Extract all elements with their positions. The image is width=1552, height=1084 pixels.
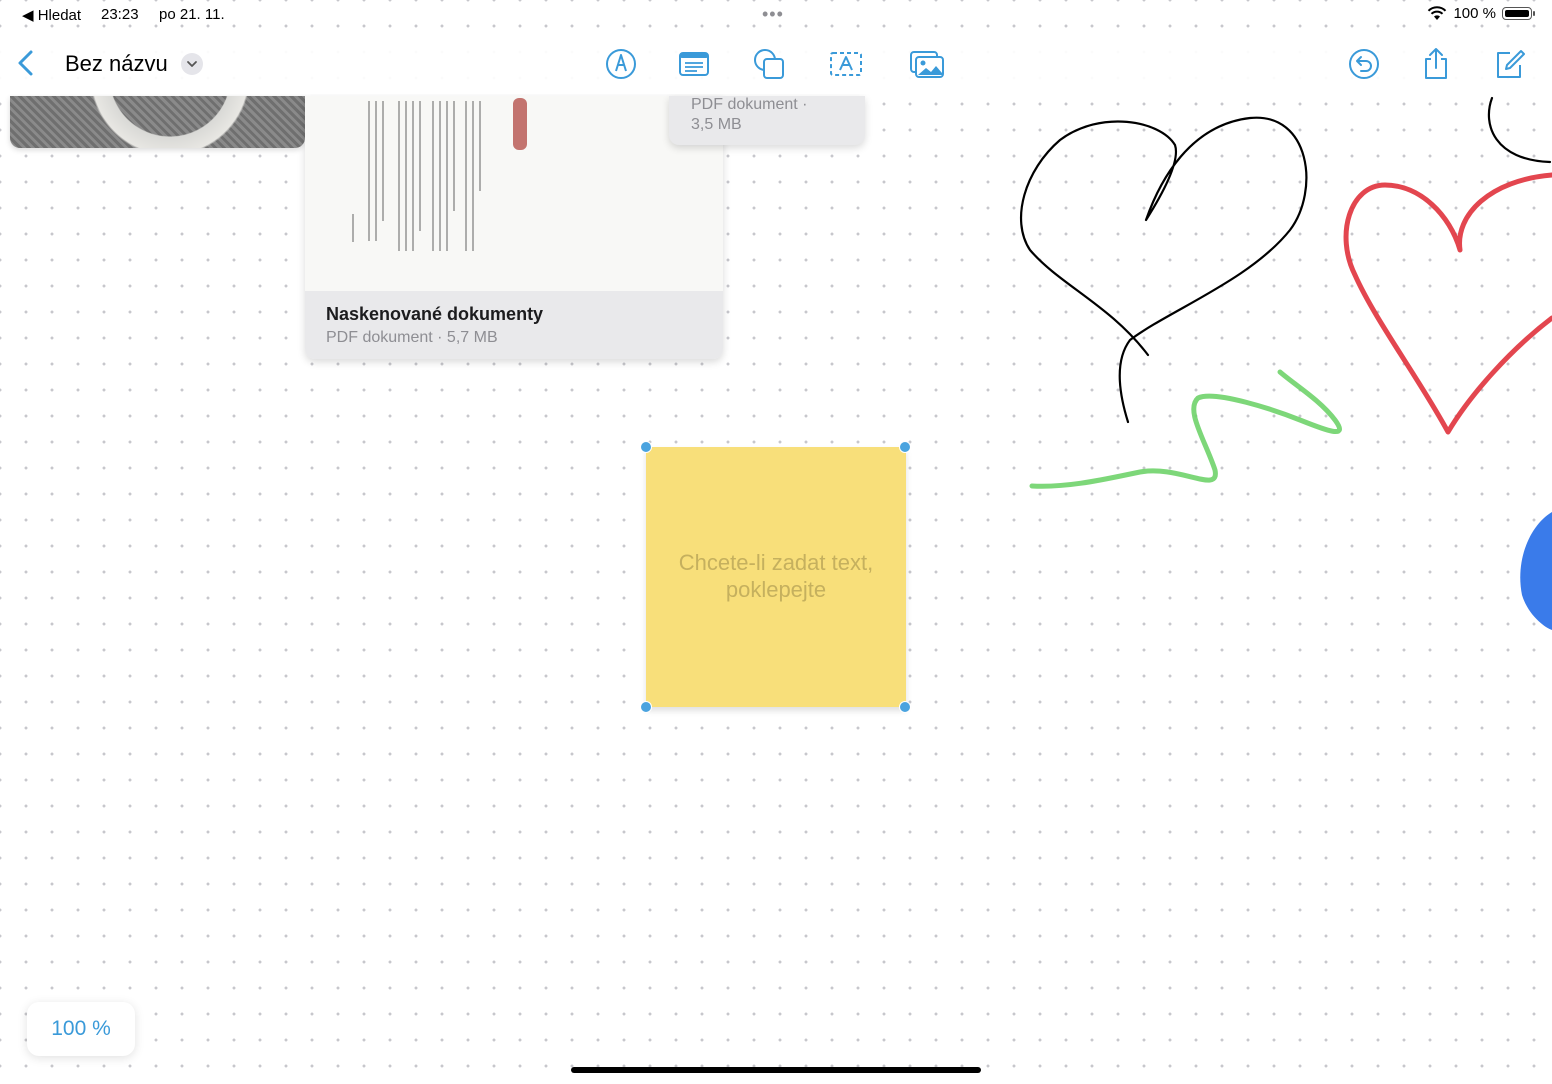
undo-circle-icon <box>1349 49 1379 79</box>
note-icon <box>679 52 709 76</box>
text-box-icon <box>830 52 862 76</box>
battery-percent: 100 % <box>1453 5 1496 22</box>
status-date: po 21. 11. <box>159 6 225 23</box>
resize-handle-top-right[interactable] <box>899 441 911 453</box>
black-scribble-stroke <box>1487 96 1552 164</box>
undo-button[interactable] <box>1346 46 1382 82</box>
pen-tool-button[interactable] <box>603 46 639 82</box>
scan-text-line <box>405 101 407 251</box>
toolbar: Bez názvu <box>0 36 1552 94</box>
text-box-tool-button[interactable] <box>828 46 864 82</box>
scan-text-line <box>412 101 414 251</box>
red-heart-stroke <box>1343 172 1552 435</box>
multitasking-dots-icon[interactable]: ••• <box>762 4 784 25</box>
scan-text-line <box>432 101 434 251</box>
sticky-text-line: poklepejte <box>725 577 827 602</box>
resize-handle-bottom-right[interactable] <box>899 701 911 713</box>
scan-card-title: Naskenované dokumenty <box>326 304 544 324</box>
blue-shape <box>1520 512 1552 630</box>
black-heart-stroke <box>1020 116 1308 424</box>
scan-text-line <box>446 101 448 251</box>
pdf-card-size: 3,5 MB <box>691 116 742 133</box>
scan-text-line <box>439 101 441 251</box>
shapes-tool-button[interactable] <box>751 46 787 82</box>
scan-card-meta: PDF dokument · 5,7 MB <box>326 329 498 346</box>
zoom-level-button[interactable]: 100 % <box>27 1002 135 1056</box>
new-board-button[interactable] <box>1491 46 1527 82</box>
scan-text-line <box>382 101 384 221</box>
scan-text-line <box>479 101 481 191</box>
back-to-app-link[interactable]: ◀ Hledat <box>22 6 81 24</box>
status-right: 100 % <box>1427 5 1535 22</box>
media-tool-button[interactable] <box>909 46 945 82</box>
share-button[interactable] <box>1418 46 1454 82</box>
sticky-note-placeholder: Chcete-li zadat text, poklepejte <box>656 549 896 603</box>
scan-text-line <box>453 101 455 211</box>
scan-text-line <box>368 101 370 241</box>
share-icon <box>1425 48 1447 79</box>
scan-text-line <box>465 101 467 251</box>
photo-library-icon <box>910 51 944 78</box>
photo-card[interactable] <box>10 96 305 148</box>
title-menu-button[interactable] <box>181 53 203 75</box>
freeform-board[interactable]: Naskenované dokumenty PDF dokument · 5,7… <box>0 0 1552 1084</box>
wifi-icon <box>1428 6 1447 20</box>
scan-text-line <box>375 101 377 241</box>
board-title[interactable]: Bez názvu <box>65 51 168 77</box>
status-bar: ◀ Hledat 23:23 po 21. 11. ••• 100 % <box>0 0 1552 32</box>
sticky-text-line: Chcete-li zadat text, <box>678 550 874 575</box>
back-button[interactable] <box>12 48 42 78</box>
resize-handle-bottom-left[interactable] <box>640 701 652 713</box>
shapes-icon <box>754 49 784 79</box>
scan-text-line <box>352 214 354 242</box>
scan-text-line <box>398 101 400 251</box>
scan-text-line <box>419 101 421 231</box>
battery-icon <box>1502 7 1535 20</box>
scan-text-line <box>472 101 474 251</box>
scan-preview <box>305 96 723 291</box>
scan-logo <box>513 98 527 150</box>
scan-card-footer: Naskenované dokumenty PDF dokument · 5,7… <box>305 291 723 359</box>
home-indicator[interactable] <box>571 1067 981 1073</box>
pdf-document-card[interactable]: PDF dokument · 3,5 MB <box>669 96 865 145</box>
green-zigzag-stroke <box>1029 369 1343 489</box>
compose-icon <box>1497 50 1525 78</box>
chevron-left-icon <box>18 50 33 76</box>
chevron-down-icon <box>187 61 197 67</box>
pencil-circle-icon <box>606 49 636 79</box>
status-time: 23:23 <box>101 6 139 23</box>
sticky-note-tool-button[interactable] <box>676 46 712 82</box>
pdf-card-meta: PDF dokument · <box>691 96 808 113</box>
resize-handle-top-left[interactable] <box>640 441 652 453</box>
scanned-documents-card[interactable]: Naskenované dokumenty PDF dokument · 5,7… <box>305 96 723 359</box>
sticky-note[interactable]: Chcete-li zadat text, poklepejte <box>646 447 906 707</box>
